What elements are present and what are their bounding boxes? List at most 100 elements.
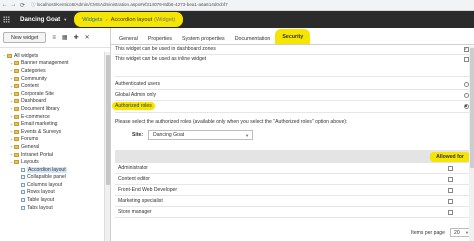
divider: [115, 100, 473, 101]
tree-item-email-marketing[interactable]: + Email marketing: [0, 120, 104, 128]
tree-item-all-widgets[interactable]: − All widgets: [0, 52, 104, 60]
tree-item-columns-layout[interactable]: Columns layout: [0, 181, 104, 189]
role-row-store-manager: Store manager: [115, 207, 473, 218]
folder-icon: [14, 152, 19, 157]
breadcrumb-widgets-link[interactable]: Widgets: [82, 17, 102, 23]
authorized-roles-label: Authorized roles: [112, 102, 155, 110]
role-row-front-end-web-developer: Front-End Web Developer: [115, 185, 473, 196]
tree-item-document-library[interactable]: + Document library: [0, 105, 104, 113]
delete-icon[interactable]: ✕: [85, 34, 90, 41]
role-name: Content editor: [118, 176, 150, 182]
widget-icon: [21, 182, 25, 187]
back-icon[interactable]: ←: [0, 1, 9, 10]
tab-security[interactable]: Security: [275, 29, 311, 44]
folder-icon: [14, 76, 19, 81]
divider: [115, 76, 473, 77]
tree-item-label: Events & Surveys: [21, 128, 62, 135]
chevron-down-icon: ▼: [63, 17, 68, 22]
dashboard-zones-checkbox[interactable]: ✓: [463, 46, 469, 52]
divider: [115, 112, 473, 113]
copy-icon[interactable]: ▦: [62, 34, 68, 41]
tree-item-content[interactable]: + Content: [0, 82, 104, 90]
tab-documentation[interactable]: Documentation: [230, 33, 276, 44]
role-allowed-checkbox[interactable]: [447, 198, 453, 204]
option-inline-widget: This widget can be used as inline widget: [115, 55, 473, 63]
tree-item-label: Dashboard: [21, 98, 46, 105]
site-label: Site:: [132, 132, 144, 138]
forward-icon[interactable]: →: [9, 1, 18, 10]
widget-tree-panel: New widget ≡ ▦ ✚ ✕ − All widgets + Banner m…: [0, 28, 111, 241]
folder-icon: [14, 61, 19, 66]
tree-item-corporate-site[interactable]: + Corporate Site: [0, 90, 104, 98]
tree-item-collapsible-panel[interactable]: Collapsible panel: [0, 174, 104, 182]
tab-system-properties[interactable]: System properties: [177, 33, 230, 44]
tree-scrollbar[interactable]: [104, 52, 110, 241]
site-filter: Site: Dancing Goat ▼: [132, 130, 254, 140]
tab-properties[interactable]: Properties: [143, 33, 177, 44]
folder-icon: [14, 99, 19, 104]
reload-icon[interactable]: ⟳: [18, 1, 27, 10]
inline-widget-checkbox[interactable]: [463, 56, 469, 62]
tree-item-e-commerce[interactable]: + E-commerce: [0, 113, 104, 121]
items-per-page-value: 20: [453, 229, 460, 236]
tree-item-label: Banner management: [21, 60, 69, 67]
role-allowed-checkbox[interactable]: [447, 176, 453, 182]
role-row-marketing-specialist: Marketing specialist: [115, 196, 473, 207]
option-dashboard-zones: This widget can be used in dashboard zon…: [115, 45, 473, 53]
role-allowed-checkbox[interactable]: [447, 187, 453, 193]
tree-item-label: All widgets: [14, 52, 39, 59]
roles-grid-body: Administrator Content editor Front-End Web…: [115, 163, 473, 218]
tree-item-events-surveys[interactable]: + Events & Surveys: [0, 128, 104, 136]
tree-item-label: Email marketing: [21, 121, 58, 128]
tree-item-label: Table layout: [27, 197, 55, 204]
tree-item-forums[interactable]: + Forums: [0, 136, 104, 144]
role-allowed-checkbox[interactable]: [447, 209, 453, 215]
tree-item-dashboard[interactable]: + Dashboard: [0, 98, 104, 106]
site-dropdown-value: Dancing Goat: [153, 132, 185, 138]
tree-item-layouts[interactable]: − Layouts: [0, 158, 104, 166]
tree-item-label: Accordion layout: [27, 166, 67, 173]
folder-icon: [14, 144, 19, 149]
tree-scrollbar-thumb[interactable]: [106, 55, 110, 185]
tree-item-table-layout[interactable]: Table layout: [0, 196, 104, 204]
authenticated-users-radio[interactable]: [463, 81, 469, 87]
tree-item-accordion-layout[interactable]: Accordion layout: [0, 166, 104, 174]
folder-icon: [14, 160, 19, 165]
tree-item-rows-layout[interactable]: Rows layout: [0, 189, 104, 197]
folder-icon: [7, 53, 12, 58]
tree-item-general[interactable]: + General: [0, 143, 104, 151]
widget-edit-panel: General Properties System properties Docume…: [111, 28, 474, 241]
url-field[interactable]: ⓘ localhost/Kentico8/Admin/CMSAdministra…: [31, 2, 228, 8]
tree-item-banner-management[interactable]: + Banner management: [0, 60, 104, 68]
role-allowed-checkbox[interactable]: [447, 165, 453, 171]
site-dropdown[interactable]: Dancing Goat ▼: [148, 130, 254, 140]
site-selector[interactable]: Dancing Goat ▼: [20, 16, 67, 23]
new-category-icon[interactable]: ✚: [74, 34, 79, 41]
widget-icon: [21, 167, 25, 172]
global-admin-radio[interactable]: [463, 92, 469, 98]
tab-general[interactable]: General: [114, 33, 143, 44]
folder-icon: [14, 122, 19, 127]
role-name: Marketing specialist: [118, 198, 163, 204]
app-list-icon[interactable]: [0, 11, 12, 28]
widget-tree: − All widgets + Banner management + Categorie…: [0, 52, 104, 211]
new-widget-button[interactable]: New widget: [3, 32, 47, 43]
folder-icon: [14, 106, 19, 111]
tree-item-intranet-portal[interactable]: + Intranet Portal: [0, 151, 104, 159]
page-scrollbar[interactable]: [469, 46, 474, 241]
tree-item-tabs-layout[interactable]: Tabs layout: [0, 204, 104, 212]
tree-item-categories[interactable]: + Categories: [0, 67, 104, 75]
folder-icon: [14, 114, 19, 119]
tree-item-label: Forums: [21, 136, 39, 143]
folder-icon: [14, 68, 19, 73]
tree-item-label: Layouts: [21, 159, 39, 166]
list-icon[interactable]: ≡: [52, 35, 56, 41]
breadcrumb-current-type: (Widget): [154, 16, 176, 23]
allowed-for-column-header[interactable]: Allowed for: [430, 151, 470, 162]
tree-item-label: Content: [21, 83, 39, 90]
page-scrollbar-thumb[interactable]: [469, 48, 474, 168]
tree-item-community[interactable]: + Community: [0, 75, 104, 83]
authorized-roles-radio[interactable]: [463, 103, 469, 109]
tree-item-label: Intranet Portal: [21, 151, 53, 158]
browser-address-bar: ← → ⟳ ⓘ localhost/Kentico8/Admin/CMSAdmi…: [0, 0, 474, 11]
